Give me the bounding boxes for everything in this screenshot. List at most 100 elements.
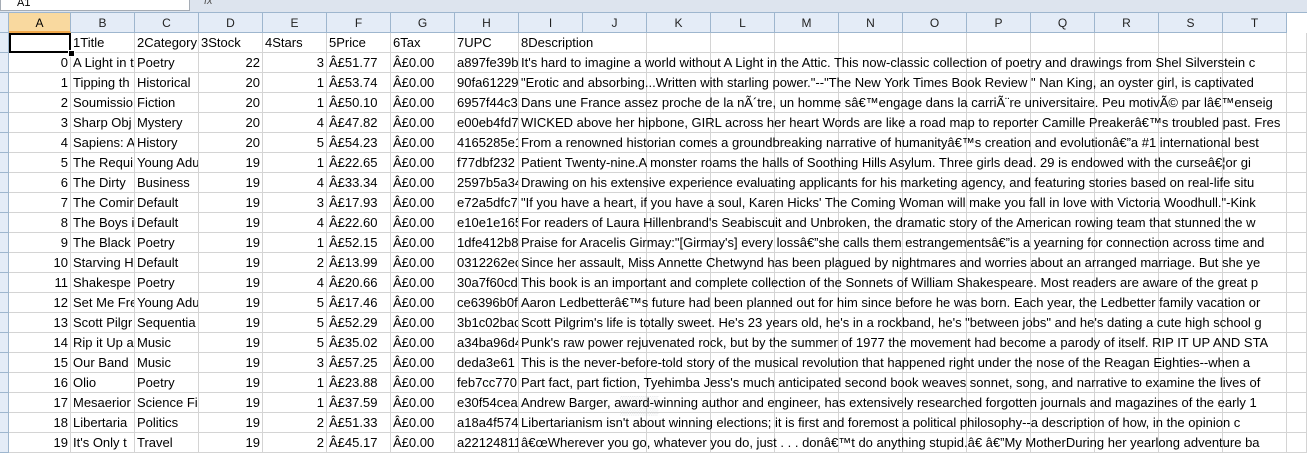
- cell[interactable]: Â£0.00: [391, 353, 455, 373]
- cell[interactable]: 19: [199, 193, 263, 213]
- cell[interactable]: Olio: [71, 373, 135, 393]
- cell[interactable]: Â£0.00: [391, 433, 455, 453]
- row-header[interactable]: [0, 73, 9, 93]
- row-header[interactable]: [0, 113, 9, 133]
- cell[interactable]: Sequentia: [135, 313, 199, 333]
- cell[interactable]: 4Stars: [263, 33, 327, 53]
- cell[interactable]: Â£22.60: [327, 213, 391, 233]
- row-header[interactable]: [0, 393, 9, 413]
- cell[interactable]: Â£47.82: [327, 113, 391, 133]
- row-header[interactable]: [0, 93, 9, 113]
- cell[interactable]: A Light in t: [71, 53, 135, 73]
- cell[interactable]: deda3e61: [455, 353, 519, 373]
- row-header[interactable]: [0, 53, 9, 73]
- cell[interactable]: The Black: [71, 233, 135, 253]
- select-all-corner[interactable]: [0, 13, 9, 33]
- cell[interactable]: f77dbf232: [455, 153, 519, 173]
- cell[interactable]: WICKED above her hipbone, GIRL across he…: [519, 113, 1307, 133]
- cell[interactable]: 8: [9, 213, 71, 233]
- cell[interactable]: 3b1c02bac: [455, 313, 519, 333]
- cell[interactable]: e30f54cea: [455, 393, 519, 413]
- cell[interactable]: Drawing on his extensive experience eval…: [519, 173, 1307, 193]
- cell[interactable]: 4: [263, 213, 327, 233]
- cell[interactable]: 1: [263, 233, 327, 253]
- cell[interactable]: 6: [9, 173, 71, 193]
- cell[interactable]: Set Me Fre: [71, 293, 135, 313]
- cell[interactable]: 30a7f60cd: [455, 273, 519, 293]
- cell[interactable]: 14: [9, 333, 71, 353]
- cell[interactable]: 5Price: [327, 33, 391, 53]
- cell[interactable]: Â£0.00: [391, 73, 455, 93]
- cell[interactable]: Â£17.46: [327, 293, 391, 313]
- row-header[interactable]: [0, 133, 9, 153]
- cell[interactable]: 11: [9, 273, 71, 293]
- cell[interactable]: 7: [9, 193, 71, 213]
- cell[interactable]: Â£13.99: [327, 253, 391, 273]
- column-header-i[interactable]: I: [519, 13, 583, 33]
- cell[interactable]: 6Tax: [391, 33, 455, 53]
- cell[interactable]: 20: [199, 113, 263, 133]
- cell[interactable]: 19: [199, 173, 263, 193]
- cell[interactable]: 1dfe412b8: [455, 233, 519, 253]
- cell[interactable]: 3Stock: [199, 33, 263, 53]
- cell[interactable]: 4: [263, 113, 327, 133]
- cell[interactable]: Soumissio: [71, 93, 135, 113]
- cell[interactable]: Travel: [135, 433, 199, 453]
- cell[interactable]: Dans une France assez proche de la nÃ´tr…: [519, 93, 1307, 113]
- cell[interactable]: Science Fi: [135, 393, 199, 413]
- cell[interactable]: Aaron Ledbetterâ€™s future had been plan…: [519, 293, 1307, 313]
- cell[interactable]: 19: [199, 433, 263, 453]
- cell[interactable]: 19: [199, 273, 263, 293]
- cell[interactable]: Â£51.77: [327, 53, 391, 73]
- cell[interactable]: e72a5dfc7: [455, 193, 519, 213]
- cell[interactable]: ce6396b0f: [455, 293, 519, 313]
- cell[interactable]: Mystery: [135, 113, 199, 133]
- column-header-j[interactable]: J: [583, 13, 647, 33]
- cell[interactable]: 2: [263, 253, 327, 273]
- column-header-a[interactable]: A: [9, 13, 71, 33]
- cell[interactable]: 18: [9, 413, 71, 433]
- row-header[interactable]: [0, 153, 9, 173]
- row-header[interactable]: [0, 333, 9, 353]
- cell[interactable]: Â£0.00: [391, 133, 455, 153]
- cell[interactable]: Fiction: [135, 93, 199, 113]
- cell[interactable]: 19: [199, 333, 263, 353]
- cell[interactable]: The Boys i: [71, 213, 135, 233]
- row-header[interactable]: [0, 173, 9, 193]
- cell[interactable]: Music: [135, 333, 199, 353]
- cell[interactable]: Tipping th: [71, 73, 135, 93]
- column-header-h[interactable]: H: [455, 13, 519, 33]
- cell[interactable]: 19: [199, 293, 263, 313]
- cell[interactable]: a18a4f574: [455, 413, 519, 433]
- cell[interactable]: 2: [9, 93, 71, 113]
- cell[interactable]: Business: [135, 173, 199, 193]
- cell[interactable]: 19: [199, 413, 263, 433]
- row-header[interactable]: [0, 373, 9, 393]
- cell[interactable]: Â£37.59: [327, 393, 391, 413]
- cell[interactable]: 2: [263, 433, 327, 453]
- cell[interactable]: The Comir: [71, 193, 135, 213]
- cell[interactable]: Since her assault, Miss Annette Chetwynd…: [519, 253, 1307, 273]
- cell[interactable]: 0312262ec: [455, 253, 519, 273]
- cell[interactable]: Poetry: [135, 273, 199, 293]
- cell[interactable]: 5: [263, 313, 327, 333]
- cell[interactable]: It's hard to imagine a world without A L…: [519, 53, 1307, 73]
- cell[interactable]: Â£35.02: [327, 333, 391, 353]
- cell[interactable]: Â£0.00: [391, 193, 455, 213]
- cell[interactable]: "Erotic and absorbing...Written with sta…: [519, 73, 1307, 93]
- cell[interactable]: Â£50.10: [327, 93, 391, 113]
- cell[interactable]: Â£33.34: [327, 173, 391, 193]
- column-header-l[interactable]: L: [711, 13, 775, 33]
- cell[interactable]: Andrew Barger, award-winning author and …: [519, 393, 1307, 413]
- cell[interactable]: 20: [199, 93, 263, 113]
- column-header-m[interactable]: M: [775, 13, 839, 33]
- cell[interactable]: Our Band: [71, 353, 135, 373]
- cell[interactable]: a897fe39b: [455, 53, 519, 73]
- fill-handle[interactable]: [68, 50, 75, 57]
- cell[interactable]: Historical: [135, 73, 199, 93]
- cell[interactable]: 1: [9, 73, 71, 93]
- column-header-n[interactable]: N: [839, 13, 903, 33]
- cell[interactable]: 12: [9, 293, 71, 313]
- column-header-s[interactable]: S: [1159, 13, 1223, 33]
- cell[interactable]: a22124811: [455, 433, 519, 453]
